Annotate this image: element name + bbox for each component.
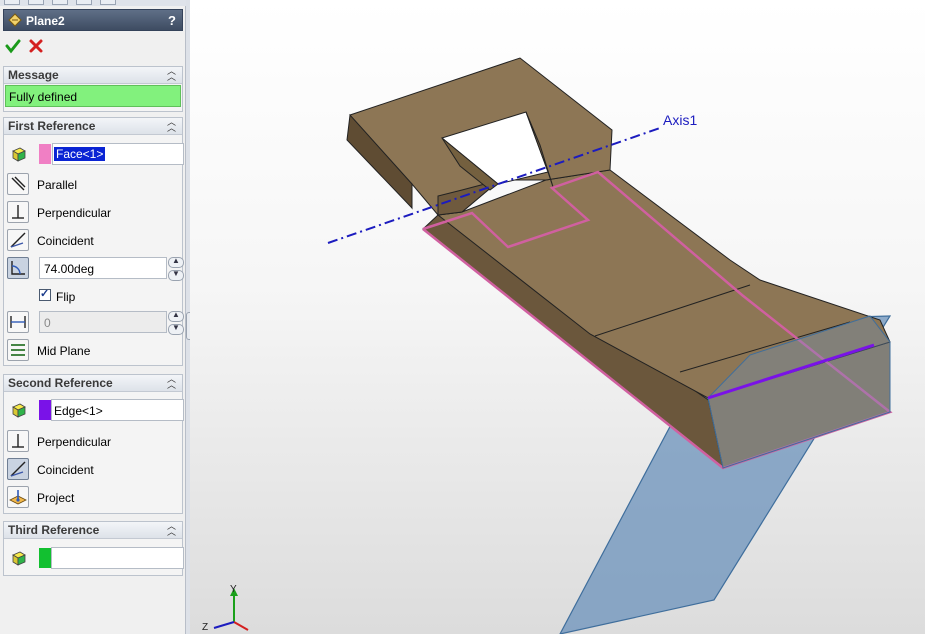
coincident-icon <box>10 461 26 477</box>
selection-cube-icon <box>12 551 26 566</box>
feature-title: Plane2 <box>26 14 65 28</box>
view-triad: Y Z <box>198 584 258 634</box>
second-reference-selection-text: Edge<1> <box>54 404 103 418</box>
distance-button[interactable] <box>7 311 29 333</box>
flip-checkbox[interactable]: ✓ <box>39 288 51 301</box>
collapse-icon[interactable]: ︿ ︿ <box>167 118 176 133</box>
spin-up-icon[interactable]: ▲ <box>168 256 184 268</box>
message-section: Message ︿ ︿ Fully defined <box>3 66 183 112</box>
first-reference-header-label: First Reference <box>8 119 96 133</box>
cancel-button[interactable] <box>28 38 44 54</box>
third-reference-color-swatch <box>39 548 51 568</box>
configuration-manager-tab[interactable] <box>52 0 68 5</box>
flip-row[interactable]: ✓ Flip <box>7 285 183 307</box>
parallel-icon <box>11 176 26 191</box>
distance-spinner[interactable]: ▲ ▼ <box>168 310 184 335</box>
angle-option-row: 74.00deg ▲ ▼ <box>7 256 184 281</box>
project-icon <box>9 490 27 505</box>
help-button[interactable]: ? <box>168 13 176 28</box>
plane-icon <box>8 13 22 27</box>
second-reference-selection-row: Edge<1> <box>7 399 184 421</box>
message-section-header[interactable]: Message ︿ ︿ <box>4 67 182 84</box>
distance-icon <box>10 316 26 328</box>
first-reference-color-swatch <box>39 144 51 164</box>
collapse-icon[interactable]: ︿ ︿ <box>167 67 176 82</box>
collapse-icon[interactable]: ︿ ︿ <box>167 375 176 390</box>
checkmark-icon: ✓ <box>40 288 50 300</box>
angle-spinner[interactable]: ▲ ▼ <box>168 256 184 281</box>
mid-plane-button[interactable] <box>7 339 29 361</box>
project-label: Project <box>37 491 75 505</box>
second-reference-color-swatch <box>39 400 51 420</box>
first-reference-selection-text: Face<1> <box>52 146 107 162</box>
angle-input[interactable]: 74.00deg <box>39 257 167 279</box>
second-reference-selection-box[interactable]: Edge<1> <box>51 399 184 421</box>
third-reference-selection-row <box>7 547 184 569</box>
spin-up-icon[interactable]: ▲ <box>168 310 184 322</box>
message-header-label: Message <box>8 68 59 82</box>
first-reference-header[interactable]: First Reference ︿ ︿ <box>4 118 182 135</box>
first-reference-section: First Reference ︿ ︿ Face<1> Parallel Per… <box>3 117 184 366</box>
status-message-text: Fully defined <box>9 90 78 104</box>
second-reference-section: Second Reference ︿ ︿ Edge<1> Perpendicula… <box>3 374 184 514</box>
angle-value: 74.00deg <box>44 262 95 276</box>
manager-tabs <box>0 0 186 6</box>
graphics-area[interactable]: Axis1 Y Z <box>190 0 925 634</box>
perpendicular-label: Perpendicular <box>37 435 112 449</box>
property-manager-title-bar: Plane2 ? <box>3 9 183 31</box>
ok-button[interactable] <box>5 38 21 54</box>
property-manager-tab[interactable] <box>28 0 44 5</box>
coincident-icon <box>10 232 26 248</box>
distance-input[interactable]: 0 <box>39 311 167 333</box>
spin-down-icon[interactable]: ▼ <box>168 269 184 281</box>
first-reference-selection-row: Face<1> <box>7 143 184 165</box>
display-manager-tab[interactable] <box>100 0 116 5</box>
distance-option-row: 0 ▲ ▼ <box>7 310 184 335</box>
dimxpert-manager-tab[interactable] <box>76 0 92 5</box>
perpendicular-label: Perpendicular <box>37 206 112 220</box>
edge-selection-icon <box>12 403 26 418</box>
feature-manager-tab[interactable] <box>4 0 20 5</box>
third-reference-section: Third Reference ︿ ︿ <box>3 521 184 576</box>
parallel-label: Parallel <box>37 178 78 192</box>
face-selection-icon <box>12 147 26 162</box>
first-reference-selection-box[interactable]: Face<1> <box>52 143 184 165</box>
second-reference-header-label: Second Reference <box>8 376 113 390</box>
parallel-button[interactable] <box>7 173 29 195</box>
perpendicular-button[interactable] <box>7 430 29 452</box>
mid-plane-label: Mid Plane <box>37 344 91 358</box>
perpendicular-icon <box>12 205 24 219</box>
triad-y-label: Y <box>230 584 237 595</box>
spin-down-icon[interactable]: ▼ <box>168 323 184 335</box>
third-reference-header[interactable]: Third Reference ︿ ︿ <box>4 522 182 539</box>
distance-value: 0 <box>44 316 51 330</box>
mid-plane-icon <box>11 344 25 356</box>
third-reference-selection-box[interactable] <box>51 547 184 569</box>
coincident-button[interactable] <box>7 229 29 251</box>
triad-z-label: Z <box>202 622 209 633</box>
angle-button[interactable] <box>7 257 29 279</box>
property-manager: Plane2 ? Message ︿ ︿ Fully defined First … <box>0 0 186 634</box>
perpendicular-button[interactable] <box>7 201 29 223</box>
coincident-label: Coincident <box>37 234 94 248</box>
flip-label: Flip <box>56 290 76 304</box>
status-message: Fully defined <box>5 85 181 107</box>
axis1-label[interactable]: Axis1 <box>663 112 697 128</box>
angle-icon <box>11 261 25 275</box>
collapse-icon[interactable]: ︿ ︿ <box>167 522 176 537</box>
model-scene[interactable] <box>190 0 925 634</box>
coincident-label: Coincident <box>37 463 94 477</box>
perpendicular-icon <box>12 434 24 448</box>
project-button[interactable] <box>7 486 29 508</box>
coincident-button[interactable] <box>7 458 29 480</box>
third-reference-header-label: Third Reference <box>8 523 100 537</box>
second-reference-header[interactable]: Second Reference ︿ ︿ <box>4 375 182 392</box>
